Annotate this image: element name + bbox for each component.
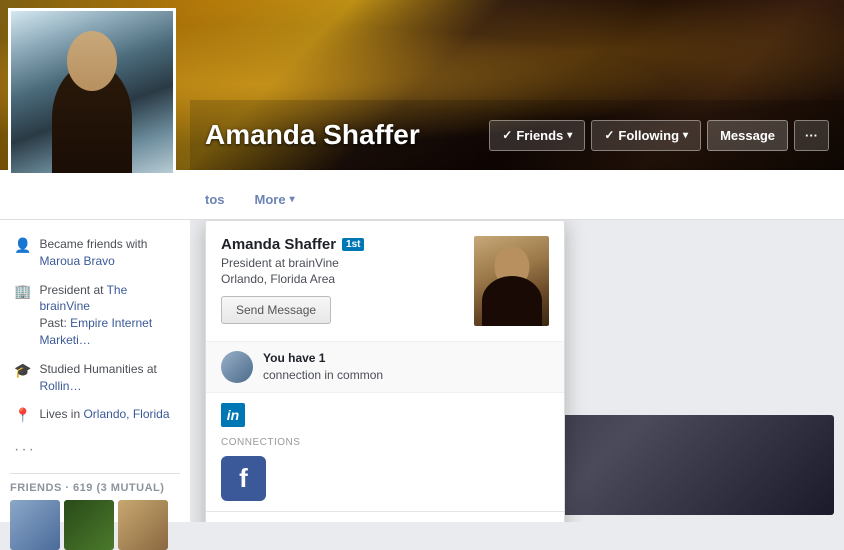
- sidebar-more-dots: ···: [14, 441, 36, 459]
- popup-avatar: [474, 236, 549, 326]
- profile-name: Amanda Shaffer: [205, 119, 489, 151]
- sidebar-item-education: 🎓 Studied Humanities at Rollin…: [10, 355, 180, 401]
- friends-check-icon: ✓: [502, 128, 512, 142]
- popup-card: Amanda Shaffer 1st President at brainVin…: [205, 220, 565, 522]
- sidebar-item-friends: 👤 Became friends with Maroua Bravo: [10, 230, 180, 276]
- nav-tabs: tos More ▾: [0, 170, 844, 220]
- friends-count-label: FRIENDS · 619 (3 Mutual): [10, 482, 180, 494]
- send-message-button[interactable]: Send Message: [221, 296, 331, 324]
- connections-label: CONNECTIONS: [221, 437, 549, 448]
- friend-avatar-1[interactable]: [10, 500, 60, 550]
- location-icon: 📍: [14, 407, 31, 424]
- friends-avatars: [10, 500, 180, 550]
- more-caret-icon: ▾: [290, 194, 295, 205]
- following-caret-icon: ▾: [683, 130, 688, 141]
- message-button[interactable]: Message: [707, 120, 788, 151]
- mutual-connections-section: You have 1 connection in common: [206, 341, 564, 392]
- friend-avatar-3[interactable]: [118, 500, 168, 550]
- friend-avatar-2[interactable]: [64, 500, 114, 550]
- following-button[interactable]: ✓ Following ▾: [591, 120, 701, 151]
- linkedin-degree-badge: 1st: [342, 238, 364, 251]
- more-button[interactable]: ···: [794, 120, 829, 151]
- friends-section: FRIENDS · 619 (3 Mutual): [10, 473, 180, 550]
- sidebar-more[interactable]: ···: [10, 435, 180, 465]
- linkedin-logo-icon: in: [221, 403, 245, 427]
- sidebar-work-link[interactable]: The brainVine: [39, 283, 127, 314]
- popup-location: Orlando, Florida Area: [221, 272, 462, 286]
- popup-info: Amanda Shaffer 1st President at brainVin…: [221, 236, 462, 326]
- tab-more[interactable]: More ▾: [240, 182, 310, 219]
- tab-photos[interactable]: tos: [190, 182, 240, 219]
- linkedin-section: in CONNECTIONS f: [206, 392, 564, 511]
- friends-caret-icon: ▾: [567, 130, 572, 141]
- action-buttons: ✓ Friends ▾ ✓ Following ▾ Message ···: [489, 120, 829, 151]
- main-content: Amanda Shaffer via Upworthy lucational t…: [190, 220, 844, 522]
- sidebar-item-location: 📍 Lives in Orlando, Florida: [10, 400, 180, 430]
- popup-name: Amanda Shaffer 1st: [221, 236, 462, 253]
- friends-button[interactable]: ✓ Friends ▾: [489, 120, 585, 151]
- sidebar-school-link[interactable]: Rollin…: [39, 379, 81, 393]
- sidebar-item-work: 🏢 President at The brainVine Past: Empir…: [10, 276, 180, 355]
- education-icon: 🎓: [14, 362, 31, 379]
- popup-title: President at brainVine: [221, 256, 462, 270]
- sidebar: 👤 Became friends with Maroua Bravo 🏢 Pre…: [0, 220, 190, 522]
- gmail-strip: NEW! Discoverly works in Gmail Connect G…: [206, 511, 564, 522]
- profile-picture: [11, 11, 173, 173]
- friends-icon: 👤: [14, 237, 31, 254]
- facebook-icon[interactable]: f: [221, 456, 266, 501]
- sidebar-past-work-link[interactable]: Empire Internet Marketi…: [39, 316, 152, 347]
- work-icon: 🏢: [14, 283, 31, 300]
- name-bar: Amanda Shaffer ✓ Friends ▾ ✓ Following ▾…: [190, 100, 844, 170]
- following-check-icon: ✓: [604, 128, 614, 142]
- sidebar-friend-link[interactable]: Maroua Bravo: [39, 254, 114, 268]
- popup-header: Amanda Shaffer 1st President at brainVin…: [206, 221, 564, 341]
- mutual-connection-avatar: [221, 351, 253, 383]
- mutual-connection-text: You have 1 connection in common: [263, 350, 383, 384]
- sidebar-location-link[interactable]: Orlando, Florida: [83, 407, 169, 421]
- profile-picture-container: [8, 8, 176, 176]
